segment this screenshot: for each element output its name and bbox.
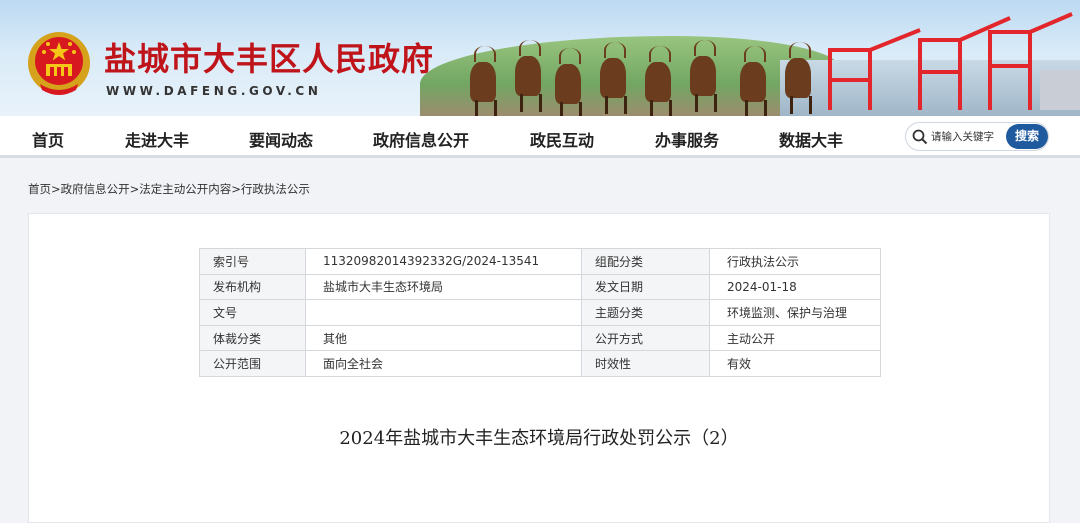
table-row: 发布机构 盐城市大丰生态环境局 发文日期 2024-01-18	[199, 273, 881, 301]
meta-value: 面向全社会	[305, 350, 582, 377]
breadcrumb: 首页>政府信息公开>法定主动公开内容>行政执法公示	[28, 181, 310, 197]
national-emblem-icon	[28, 32, 90, 95]
site-banner: 盐城市大丰区人民政府 WWW.DAFENG.GOV.CN	[0, 0, 1080, 116]
meta-label: 体裁分类	[199, 324, 306, 352]
document-meta-table: 索引号 11320982014392332G/2024-13541 组配分类 行…	[199, 248, 881, 377]
nav-item-home[interactable]: 首页	[32, 127, 64, 151]
search-button[interactable]: 搜索	[1006, 124, 1048, 149]
meta-value: 有效	[709, 350, 881, 377]
meta-value	[305, 299, 582, 326]
deer-illustration	[470, 46, 497, 116]
port-crane-illustration	[828, 12, 1080, 110]
breadcrumb-separator: >	[129, 182, 140, 196]
search-box: 搜索	[905, 122, 1049, 151]
meta-value: 其他	[305, 324, 582, 352]
breadcrumb-separator: >	[51, 182, 61, 196]
breadcrumb-gov-info[interactable]: 政府信息公开	[61, 182, 130, 196]
meta-label: 公开范围	[199, 350, 306, 377]
breadcrumb-separator: >	[231, 182, 241, 196]
meta-label: 发文日期	[581, 273, 710, 301]
meta-label: 发布机构	[199, 273, 306, 301]
deer-illustration	[555, 48, 582, 116]
site-url: WWW.DAFENG.GOV.CN	[106, 84, 322, 98]
nav-item-services[interactable]: 办事服务	[655, 127, 719, 151]
table-row: 索引号 11320982014392332G/2024-13541 组配分类 行…	[199, 248, 881, 275]
main-nav: 首页 走进大丰 要闻动态 政府信息公开 政民互动 办事服务 数据大丰 搜索	[0, 116, 1080, 158]
meta-value: 2024-01-18	[709, 273, 881, 301]
meta-label: 主题分类	[581, 299, 710, 326]
document-title: 2024年盐城市大丰生态环境局行政处罚公示（2）	[339, 428, 739, 449]
meta-label: 公开方式	[581, 324, 710, 352]
nav-item-interaction[interactable]: 政民互动	[530, 127, 594, 151]
nav-item-gov-info[interactable]: 政府信息公开	[373, 127, 469, 151]
nav-item-about[interactable]: 走进大丰	[125, 127, 189, 151]
table-row: 公开范围 面向全社会 时效性 有效	[199, 350, 881, 377]
search-input[interactable]	[931, 128, 1011, 146]
meta-value: 盐城市大丰生态环境局	[305, 273, 582, 301]
search-icon	[912, 129, 928, 145]
meta-value: 环境监测、保护与治理	[709, 299, 881, 326]
table-row: 体裁分类 其他 公开方式 主动公开	[199, 324, 881, 352]
deer-illustration	[645, 46, 672, 116]
deer-illustration	[600, 42, 627, 114]
breadcrumb-home[interactable]: 首页	[28, 182, 51, 196]
site-title[interactable]: 盐城市大丰区人民政府	[104, 34, 434, 80]
meta-value: 行政执法公示	[709, 248, 881, 275]
meta-value: 主动公开	[709, 324, 881, 352]
meta-label: 索引号	[199, 248, 306, 275]
article-panel: 索引号 11320982014392332G/2024-13541 组配分类 行…	[28, 213, 1050, 523]
nav-item-news[interactable]: 要闻动态	[249, 127, 313, 151]
meta-label: 时效性	[581, 350, 710, 377]
table-row: 文号 主题分类 环境监测、保护与治理	[199, 299, 881, 326]
breadcrumb-current[interactable]: 行政执法公示	[241, 182, 310, 196]
meta-label: 文号	[199, 299, 306, 326]
deer-illustration	[690, 40, 717, 112]
deer-illustration	[785, 42, 812, 114]
breadcrumb-statutory[interactable]: 法定主动公开内容	[139, 182, 231, 196]
deer-illustration	[515, 40, 542, 112]
deer-illustration	[740, 46, 767, 116]
meta-label: 组配分类	[581, 248, 710, 275]
meta-value: 11320982014392332G/2024-13541	[305, 248, 582, 275]
nav-item-data[interactable]: 数据大丰	[779, 127, 843, 151]
